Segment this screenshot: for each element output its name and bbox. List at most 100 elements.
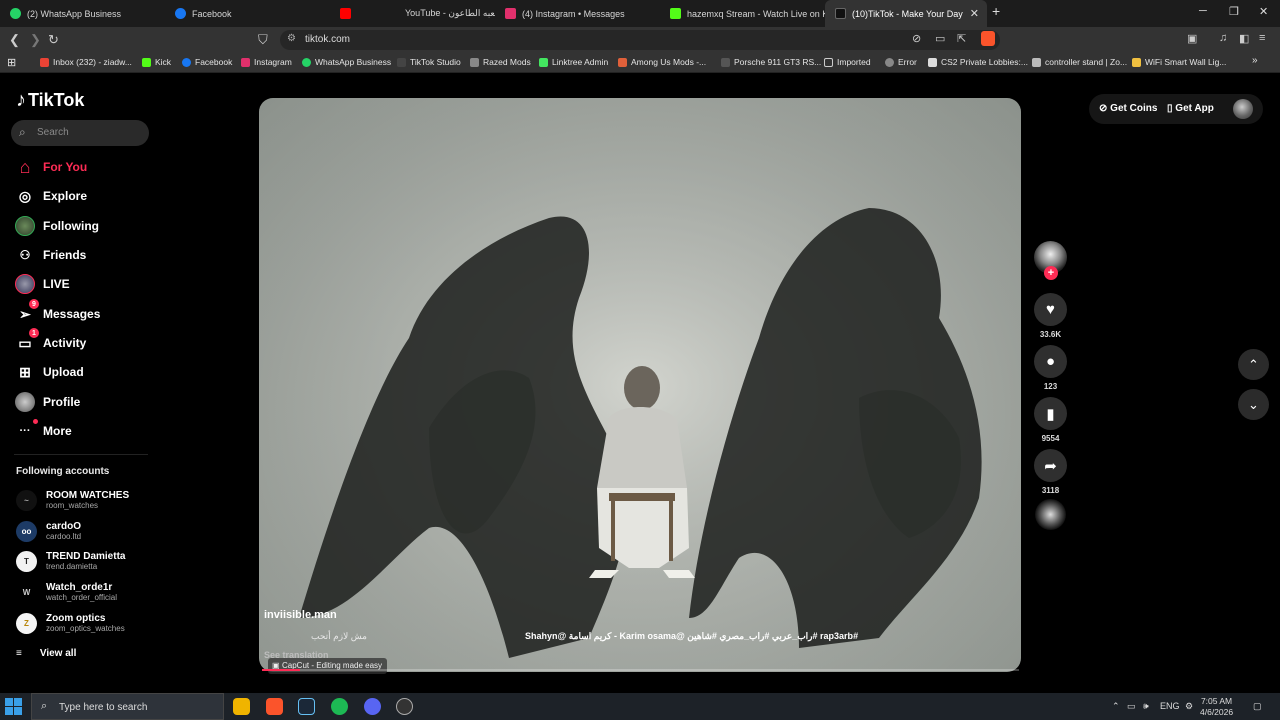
nav-profile[interactable]: Profile bbox=[14, 391, 80, 413]
brave-shield-icon[interactable] bbox=[981, 31, 995, 46]
file-explorer-icon[interactable] bbox=[233, 698, 250, 715]
get-app-button[interactable]: ▯ Get App bbox=[1167, 103, 1214, 114]
facebook-icon bbox=[175, 8, 186, 19]
windows-start-icon[interactable] bbox=[5, 698, 23, 716]
language-indicator[interactable]: ENG bbox=[1160, 701, 1180, 711]
more-bookmarks-icon[interactable]: » bbox=[1252, 55, 1258, 66]
wallet-icon[interactable]: ▣ bbox=[1187, 32, 1197, 45]
view-all-link[interactable]: ≡ View all bbox=[16, 648, 76, 659]
bookmark-item[interactable]: Facebook bbox=[182, 57, 232, 67]
video-progress-bar[interactable] bbox=[262, 669, 1019, 671]
bookmark-item[interactable]: Linktree Admin bbox=[539, 57, 608, 67]
spotify-icon[interactable] bbox=[331, 698, 348, 715]
account-item[interactable]: W Watch_orde1r watch_order_official bbox=[16, 579, 117, 605]
tiktok-logo[interactable]: ♪ TikTok bbox=[16, 89, 84, 112]
notifications-icon[interactable]: ▢ bbox=[1253, 701, 1262, 712]
volume-icon[interactable]: 🕪 bbox=[1143, 701, 1149, 712]
account-item[interactable]: oo cardoO cardoo.ltd bbox=[16, 518, 81, 544]
close-tab-icon[interactable]: ✕ bbox=[970, 7, 979, 20]
bookmark-label: WhatsApp Business bbox=[315, 57, 392, 67]
account-item[interactable]: ~ ROOM WATCHES room_watches bbox=[16, 487, 129, 513]
heart-icon[interactable]: ♥ bbox=[1034, 293, 1067, 326]
comment-icon[interactable]: ● bbox=[1034, 345, 1067, 378]
forward-icon[interactable]: ❯ bbox=[30, 32, 41, 48]
bookmark-folder[interactable]: Imported bbox=[824, 57, 871, 67]
like-action[interactable]: ♥ 33.6K bbox=[1034, 293, 1067, 339]
profile-avatar-button[interactable] bbox=[1233, 99, 1253, 119]
apps-icon[interactable]: ⊞ bbox=[7, 56, 16, 69]
steam-icon[interactable] bbox=[298, 698, 315, 715]
site-info-icon[interactable]: ⚙ bbox=[287, 33, 296, 44]
close-window-icon[interactable]: ✕ bbox=[1259, 5, 1268, 18]
discord-icon[interactable] bbox=[364, 698, 381, 715]
bookmark-item[interactable]: WhatsApp Business bbox=[302, 57, 391, 67]
back-icon[interactable]: ❮ bbox=[9, 32, 20, 48]
share-icon[interactable]: ⇱ bbox=[957, 32, 966, 45]
url-field[interactable]: ⚙ tiktok.com bbox=[280, 30, 1000, 50]
bookmark-item[interactable]: Error bbox=[885, 57, 917, 67]
search-input[interactable]: ⌕ Search bbox=[11, 120, 149, 146]
tab-tiktok[interactable]: (10)TikTok - Make Your Day ✕ bbox=[825, 0, 987, 27]
share-arrow-icon[interactable]: ➦ bbox=[1034, 449, 1067, 482]
tab-facebook[interactable]: Facebook bbox=[165, 0, 330, 27]
nav-activity[interactable]: ▭ 1 Activity bbox=[14, 328, 86, 354]
follow-plus-button[interactable]: + bbox=[1044, 266, 1058, 280]
tray-chevron-icon[interactable]: ⌃ bbox=[1112, 701, 1120, 712]
reload-icon[interactable]: ↻ bbox=[48, 32, 59, 48]
video-hashtags[interactable]: #rap3arb #راب_عربي #راب_مصري #شاهين @Kar… bbox=[525, 631, 858, 642]
nav-messages[interactable]: ➢ 9 Messages bbox=[14, 299, 100, 325]
capcut-tag[interactable]: ▣ CapCut - Editing made easy bbox=[268, 658, 388, 674]
new-tab-button[interactable]: + bbox=[992, 3, 1000, 19]
bookmark-item[interactable]: Razed Mods bbox=[470, 57, 531, 67]
bookmark-icon[interactable]: ▮ bbox=[1034, 397, 1067, 430]
cast-icon[interactable]: ▭ bbox=[935, 32, 945, 45]
bookmark-label: WiFi Smart Wall Lig... bbox=[1145, 57, 1227, 67]
video-player[interactable] bbox=[259, 98, 1021, 672]
comment-action[interactable]: ● 123 bbox=[1034, 345, 1067, 391]
minimize-icon[interactable]: ─ bbox=[1199, 5, 1207, 17]
network-icon[interactable]: ▭ bbox=[1127, 701, 1136, 712]
music-disc[interactable] bbox=[1035, 499, 1066, 530]
bookmark-item[interactable]: Among Us Mods -... bbox=[618, 57, 706, 67]
nav-for-you[interactable]: ⌂ For You bbox=[14, 156, 88, 178]
bookmark-item[interactable]: Inbox (232) - ziadw... bbox=[40, 57, 132, 67]
nav-following[interactable]: Following bbox=[14, 215, 99, 237]
get-coins-button[interactable]: ⊘ Get Coins bbox=[1099, 103, 1157, 114]
next-video-button[interactable]: ⌄ bbox=[1238, 389, 1269, 420]
share-action[interactable]: ➦ 3118 bbox=[1034, 449, 1067, 495]
account-item[interactable]: T TREND Damietta trend.damietta bbox=[16, 548, 125, 574]
nav-friends[interactable]: ⚇ Friends bbox=[14, 244, 87, 266]
bookmark-item[interactable]: Porsche 911 GT3 RS... bbox=[721, 57, 821, 67]
bookmark-item[interactable]: WiFi Smart Wall Lig... bbox=[1132, 57, 1226, 67]
restore-icon[interactable]: ❐ bbox=[1229, 5, 1239, 18]
tab-youtube[interactable]: YouTube - لعبه الطاعون bbox=[330, 0, 495, 27]
see-translation-link[interactable]: See translation bbox=[264, 650, 329, 660]
nav-upload[interactable]: ⊞ Upload bbox=[14, 361, 84, 383]
tab-whatsapp[interactable]: (2) WhatsApp Business bbox=[0, 0, 165, 27]
previous-video-button[interactable]: ⌃ bbox=[1238, 349, 1269, 380]
settings-icon[interactable]: ⚙ bbox=[1185, 701, 1193, 712]
nav-live[interactable]: LIVE bbox=[14, 273, 70, 295]
bookmark-item[interactable]: Kick bbox=[142, 57, 171, 67]
bookmark-icon[interactable]: ⛉ bbox=[258, 32, 268, 48]
bookmark-item[interactable]: controller stand | Zo... bbox=[1032, 57, 1127, 67]
taskbar-clock[interactable]: 7:05 AM 4/6/2026 bbox=[1200, 696, 1233, 718]
mute-icon[interactable]: ⊘ bbox=[912, 32, 921, 45]
video-author[interactable]: inviisible.man bbox=[264, 609, 337, 621]
tab-kick[interactable]: hazemxq Stream - Watch Live on Kick bbox=[660, 0, 825, 27]
menu-icon[interactable]: ≡ bbox=[1259, 32, 1265, 44]
tab-instagram[interactable]: (4) Instagram • Messages bbox=[495, 0, 660, 27]
save-action[interactable]: ▮ 9554 bbox=[1034, 397, 1067, 443]
brave-icon[interactable] bbox=[266, 698, 283, 715]
obs-icon[interactable] bbox=[396, 698, 413, 715]
account-item[interactable]: Z Zoom optics zoom_optics_watches bbox=[16, 610, 125, 636]
bookmark-label: Kick bbox=[155, 57, 172, 67]
taskbar-search[interactable]: ⌕ Type here to search bbox=[31, 693, 224, 720]
bookmark-item[interactable]: TikTok Studio bbox=[397, 57, 461, 67]
nav-explore[interactable]: ◎ Explore bbox=[14, 185, 87, 207]
bookmark-item[interactable]: CS2 Private Lobbies:... bbox=[928, 57, 1028, 67]
sidebar-icon[interactable]: ◧ bbox=[1239, 32, 1249, 45]
media-icon[interactable]: ♫ bbox=[1219, 32, 1227, 44]
bookmark-item[interactable]: Instagram bbox=[241, 57, 292, 67]
nav-more[interactable]: ··· More bbox=[14, 419, 72, 442]
